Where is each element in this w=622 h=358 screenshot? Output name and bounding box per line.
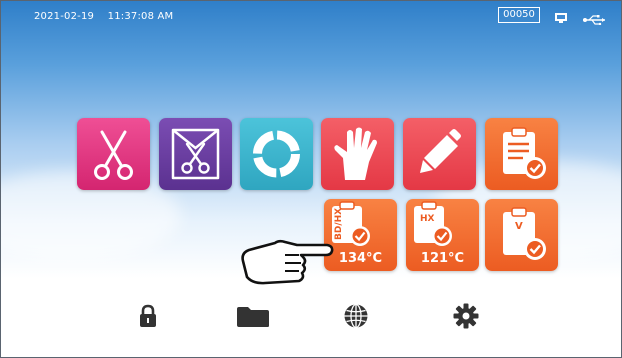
cycle-counter: 00050 [498, 7, 540, 23]
test-tag-label: HX [420, 214, 435, 224]
test-hx-button[interactable]: HX 121°C [406, 199, 479, 271]
program-rubber-tubing-button[interactable] [240, 118, 313, 190]
program-wrapped-instruments-button[interactable] [159, 118, 232, 190]
usb-icon [583, 10, 605, 29]
date-time: 2021-02-19 11:37:08 AM [34, 11, 174, 22]
clipboard-check-icon: V [503, 207, 546, 260]
pencil-icon [420, 129, 461, 173]
scissors-icon [94, 130, 133, 180]
pointing-hand-icon [235, 231, 335, 295]
glove-icon [334, 127, 377, 180]
lock-icon[interactable] [138, 304, 158, 332]
monitor-icon [554, 9, 568, 28]
folder-icon[interactable] [236, 306, 270, 332]
gear-icon[interactable] [453, 303, 479, 333]
autoclave-home-screen: 2021-02-19 11:37:08 AM 00050 BD/HX 134°C… [0, 0, 622, 358]
program-gloves-button[interactable] [321, 118, 394, 190]
program-instruments-button[interactable] [77, 118, 150, 190]
ring-icon [253, 130, 300, 178]
test-tag-label: V [515, 221, 523, 232]
test-vacuum-button[interactable]: V [485, 199, 558, 271]
wrapped-scissors-icon [171, 128, 220, 180]
program-custom-button[interactable] [403, 118, 476, 190]
clipboard-check-icon [503, 127, 546, 179]
program-test-button[interactable] [485, 118, 558, 190]
globe-icon[interactable] [343, 303, 369, 333]
status-bar: 2021-02-19 11:37:08 AM 00050 [1, 1, 621, 27]
test-temperature: 121°C [420, 251, 465, 266]
test-tag-label: BD/HX [334, 208, 344, 240]
